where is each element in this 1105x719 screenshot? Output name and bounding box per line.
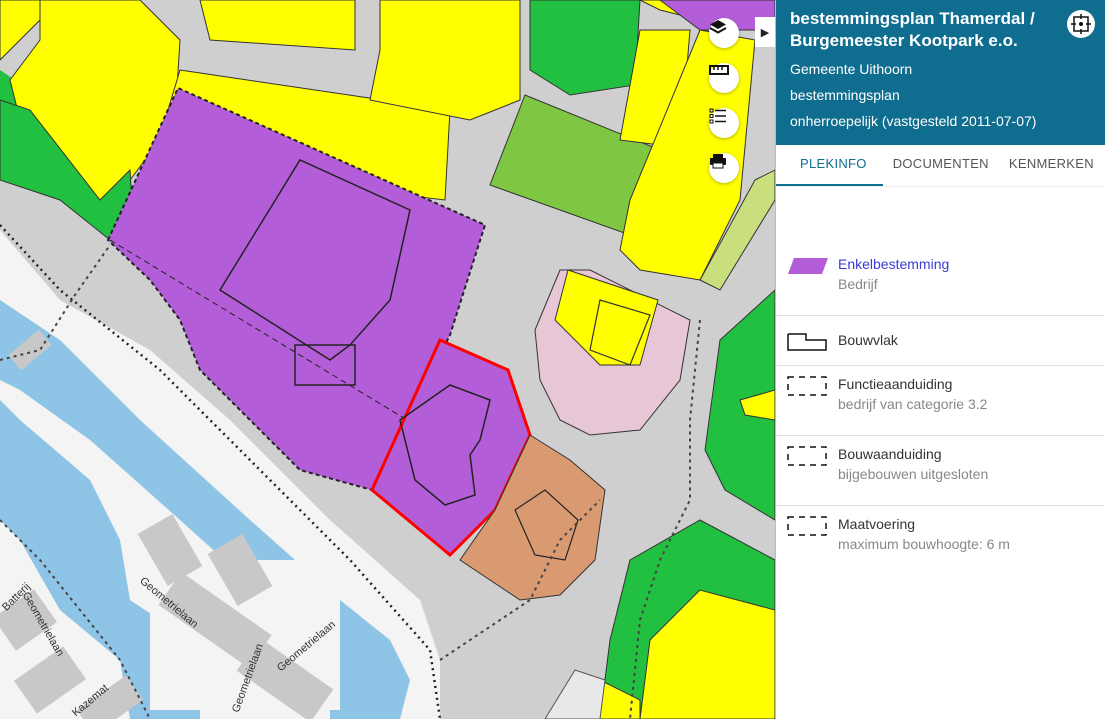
tab-plekinfo[interactable]: PLEKINFO <box>776 145 883 186</box>
legend-title[interactable]: Enkelbestemming <box>838 254 949 274</box>
chevron-right-icon: ▶ <box>760 26 770 39</box>
tab-kenmerken[interactable]: KENMERKEN <box>999 145 1104 186</box>
plan-gemeente: Gemeente Uithoorn <box>790 61 913 77</box>
legend-title: Bouwvlak <box>838 332 898 348</box>
legend-item-bouwvlak: Bouwvlak <box>776 316 1105 366</box>
map-canvas[interactable]: Geometrielaan Geometrielaan Geometrielaa… <box>0 0 775 719</box>
map-svg <box>0 0 775 719</box>
legend-sub: maximum bouwhoogte: 6 m <box>838 536 1010 552</box>
layers-icon <box>709 20 727 34</box>
dashed-box-swatch <box>787 446 827 466</box>
print-button[interactable] <box>709 153 739 183</box>
measure-button[interactable] <box>709 63 739 93</box>
layers-button[interactable] <box>709 18 739 48</box>
plan-type: bestemmingsplan <box>790 87 900 103</box>
legend-title: Bouwaanduiding <box>838 446 942 462</box>
ruler-icon <box>709 65 729 75</box>
plan-title: bestemmingsplan Thamerdal / Burgemeester… <box>790 9 1035 50</box>
info-panel: bestemmingsplan Thamerdal / Burgemeester… <box>775 0 1105 719</box>
locate-icon <box>1071 14 1091 34</box>
legend-button[interactable] <box>709 108 739 138</box>
locate-button[interactable] <box>1067 10 1095 38</box>
legend-sub: Bedrijf <box>838 276 878 292</box>
tab-documenten[interactable]: DOCUMENTEN <box>883 145 999 186</box>
legend-title: Functieaanduiding <box>838 376 953 392</box>
collapse-panel-button[interactable]: ▶ <box>755 17 775 47</box>
plan-header: bestemmingsplan Thamerdal / Burgemeester… <box>776 0 1105 145</box>
legend-item-enkelbestemming: Enkelbestemming Bedrijf <box>776 246 1105 316</box>
print-icon <box>710 154 726 169</box>
outline-shape-swatch <box>787 333 827 351</box>
dashed-box-swatch <box>787 516 827 536</box>
dashed-box-swatch <box>787 376 827 396</box>
legend-item-bouwaanduiding: Bouwaanduiding bijgebouwen uitgesloten <box>776 436 1105 506</box>
legend-list-icon <box>709 108 726 124</box>
tab-bar: PLEKINFO DOCUMENTEN KENMERKEN <box>776 145 1105 187</box>
legend-list: Enkelbestemming Bedrijf Bouwvlak Functie… <box>776 246 1105 576</box>
legend-sub: bijgebouwen uitgesloten <box>838 466 989 482</box>
legend-sub: bedrijf van categorie 3.2 <box>838 396 988 412</box>
legend-item-maatvoering: Maatvoering maximum bouwhoogte: 6 m <box>776 506 1105 576</box>
legend-title: Maatvoering <box>838 516 916 532</box>
plan-status: onherroepelijk (vastgesteld 2011-07-07) <box>790 113 1037 129</box>
purple-parallelogram-swatch <box>788 258 828 274</box>
legend-item-functieaanduiding: Functieaanduiding bedrijf van categorie … <box>776 366 1105 436</box>
